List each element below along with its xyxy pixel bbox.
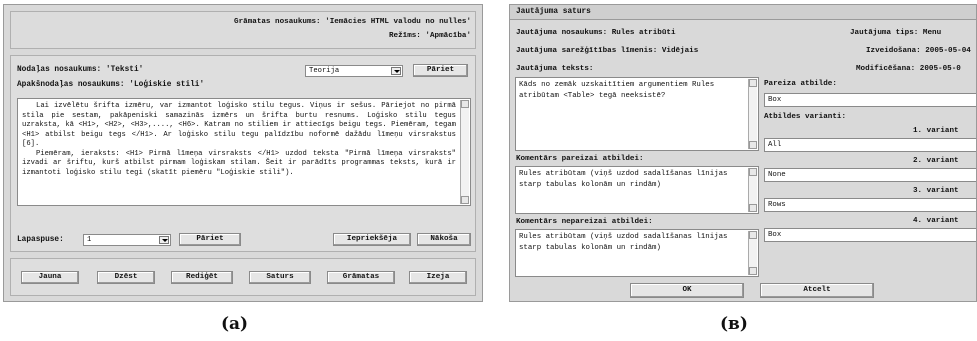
- scroll-down-icon[interactable]: [749, 204, 757, 212]
- modified-date: Modificēšana: 2005-05-0: [856, 65, 961, 73]
- variants-label: Atbildes varianti:: [764, 113, 847, 121]
- content-area: Nodaļas nosaukums: 'Teksti' Apakšnodaļas…: [10, 55, 476, 252]
- text-scrollbar[interactable]: [460, 100, 469, 204]
- panel-a-book-viewer: Grāmatas nosaukums: 'Iemācies HTML valod…: [3, 4, 483, 302]
- variant-4-input[interactable]: Box: [764, 228, 976, 242]
- next-button[interactable]: Nākoša: [417, 233, 471, 246]
- comment-correct-text: Rules atribūtam (viņš uzdod sadalīšanas …: [519, 170, 728, 189]
- lesson-paragraph: Piemēram, ieraksts: <H1> Pirmā līmeņa vi…: [22, 149, 456, 177]
- new-button[interactable]: Jauna: [21, 271, 79, 284]
- comment-correct-area[interactable]: Rules atribūtam (viņš uzdod sadalīšanas …: [515, 166, 759, 214]
- type-select[interactable]: Teorija: [305, 65, 403, 77]
- difficulty-level: Jautājuma sarežģītības līmenis: Vidējais: [516, 47, 699, 55]
- book-header: Grāmatas nosaukums: 'Iemācies HTML valod…: [10, 11, 476, 49]
- lesson-paragraph: Lai izvēlētu šrifta izmēru, var izmantot…: [22, 102, 456, 148]
- comment-correct-scrollbar[interactable]: [748, 168, 757, 212]
- comment-correct-label: Komentārs pareizai atbildei:: [516, 155, 644, 163]
- scroll-up-icon[interactable]: [749, 168, 757, 176]
- footer-toolbar: Jauna Dzēst Rediģēt Saturs Grāmatas Izej…: [10, 258, 476, 296]
- question-text-area[interactable]: Kāds no zemāk uzskaitītiem argumentiem R…: [515, 77, 759, 151]
- caption-a: (a): [221, 314, 249, 334]
- scroll-up-icon[interactable]: [749, 79, 757, 87]
- chevron-down-icon: [159, 236, 169, 244]
- variant-2-input[interactable]: None: [764, 168, 976, 182]
- scroll-down-icon[interactable]: [749, 141, 757, 149]
- section-label: Nodaļas nosaukums: 'Teksti': [17, 66, 144, 74]
- question-text-label: Jautājuma teksts:: [516, 65, 594, 73]
- go-button[interactable]: Pāriet: [413, 64, 468, 77]
- previous-button[interactable]: Iepriekšēja: [333, 233, 411, 246]
- contents-button[interactable]: Saturs: [249, 271, 311, 284]
- page-label: Lapaspuse:: [17, 236, 64, 244]
- lesson-text[interactable]: Lai izvēlētu šrifta izmēru, var izmantot…: [17, 98, 471, 206]
- scroll-down-icon[interactable]: [749, 267, 757, 275]
- chevron-down-icon: [391, 67, 401, 75]
- comment-wrong-text: Rules atribūtam (viņš uzdod sadalīšanas …: [519, 233, 728, 252]
- correct-answer-input[interactable]: Box: [764, 93, 976, 107]
- question-name: Jautājuma nosaukums: Rules atribūti: [516, 29, 676, 37]
- page-go-button[interactable]: Pāriet: [179, 233, 241, 246]
- variant-1-label: 1. variant: [913, 127, 959, 135]
- panel-b-question-editor: Jautājuma saturs Jautājuma nosaukums: Ru…: [509, 4, 977, 302]
- comment-wrong-label: Komentārs nepareizai atbildei:: [516, 218, 653, 226]
- page-select-value: 1: [87, 236, 92, 244]
- variant-3-label: 3. variant: [913, 187, 959, 195]
- comment-wrong-area[interactable]: Rules atribūtam (viņš uzdod sadalīšanas …: [515, 229, 759, 277]
- edit-button[interactable]: Rediģēt: [171, 271, 233, 284]
- mode-line: Režīms: 'Apmācība': [388, 32, 471, 40]
- subsection-label: Apakšnodaļas nosaukums: 'Loģiskie stili': [17, 81, 205, 89]
- cancel-button[interactable]: Atcelt: [760, 283, 874, 298]
- variant-1-input[interactable]: All: [764, 138, 976, 152]
- question-text: Kāds no zemāk uzskaitītiem argumentiem R…: [519, 81, 715, 100]
- question-type: Jautājuma tips: Menu: [850, 29, 942, 37]
- scroll-up-icon[interactable]: [461, 100, 469, 108]
- variant-2-label: 2. variant: [913, 157, 959, 165]
- page-select[interactable]: 1: [83, 234, 171, 246]
- delete-button[interactable]: Dzēst: [97, 271, 155, 284]
- variant-4-label: 4. variant: [913, 217, 959, 225]
- books-button[interactable]: Grāmatas: [327, 271, 395, 284]
- book-title-line: Grāmatas nosaukums: 'Iemācies HTML valod…: [234, 18, 471, 26]
- exit-button[interactable]: Izeja: [409, 271, 467, 284]
- created-date: Izveidošana: 2005-05-04: [866, 47, 971, 55]
- ok-button[interactable]: OK: [630, 283, 744, 298]
- window-title: Jautājuma saturs: [510, 5, 976, 20]
- scroll-down-icon[interactable]: [461, 196, 469, 204]
- variant-3-input[interactable]: Rows: [764, 198, 976, 212]
- scroll-up-icon[interactable]: [749, 231, 757, 239]
- caption-b: (в): [720, 314, 748, 334]
- comment-wrong-scrollbar[interactable]: [748, 231, 757, 275]
- question-scrollbar[interactable]: [748, 79, 757, 149]
- type-select-value: Teorija: [309, 67, 340, 75]
- correct-answer-label: Pareiza atbilde:: [764, 80, 837, 88]
